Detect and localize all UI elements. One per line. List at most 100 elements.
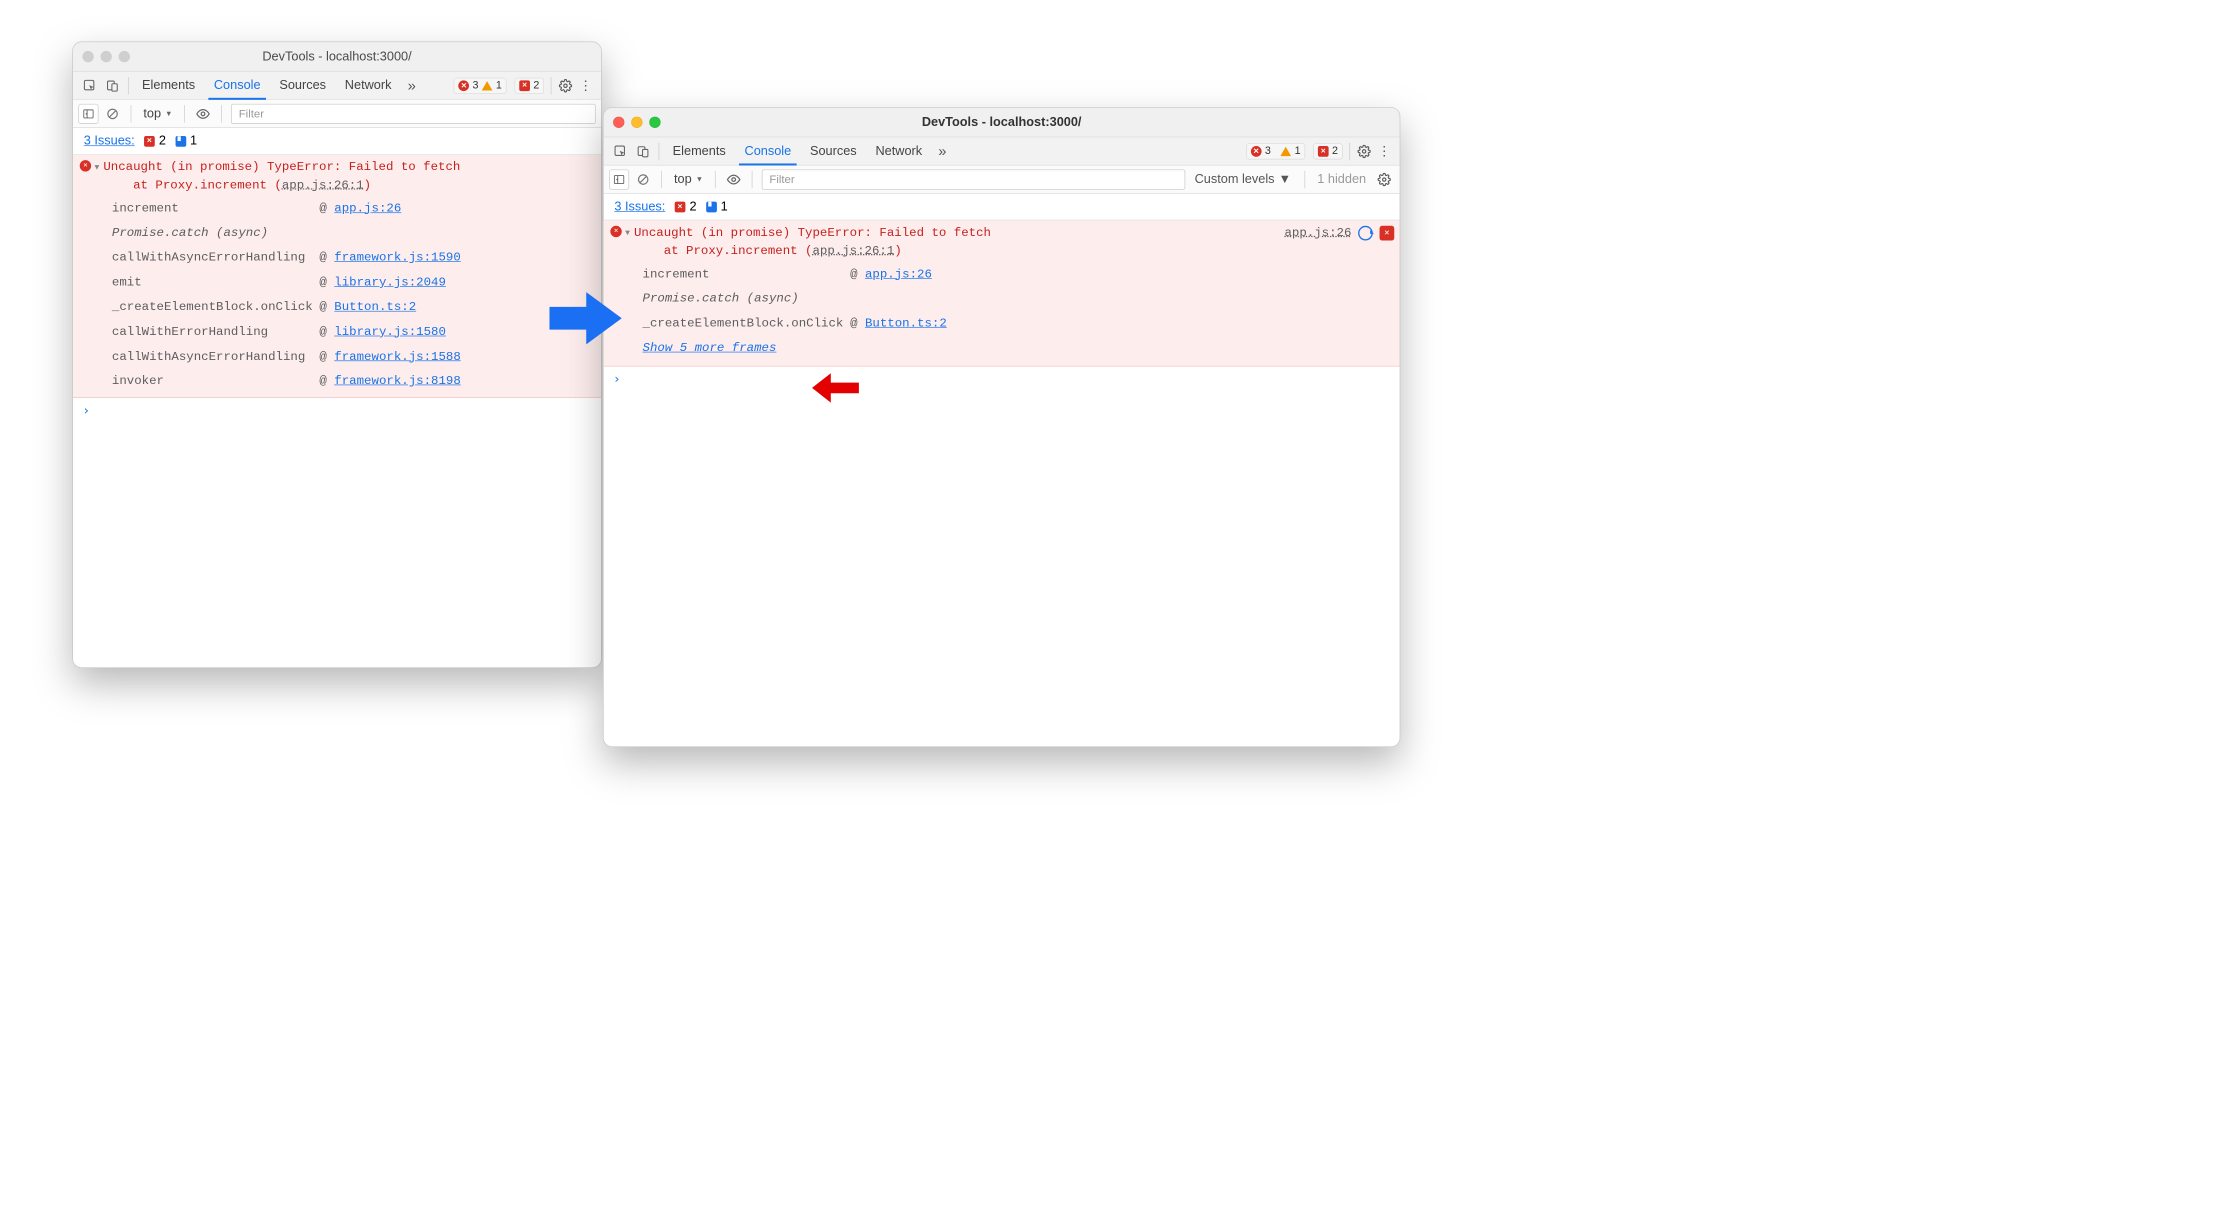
clear-console-icon[interactable] xyxy=(104,105,121,122)
issues-x[interactable]: ✕2 xyxy=(675,199,697,214)
stack-source: @ Button.ts:2 xyxy=(319,299,460,317)
issues-link[interactable]: 3 Issues: xyxy=(614,199,665,214)
source-link[interactable]: framework.js:1588 xyxy=(334,349,460,363)
tabs-overflow-icon[interactable]: » xyxy=(932,142,954,159)
tab-sources[interactable]: Sources xyxy=(801,137,866,164)
separator xyxy=(661,171,662,188)
stack-source: @ library.js:1580 xyxy=(319,323,460,341)
inspect-icon[interactable] xyxy=(78,72,101,99)
filter-input[interactable] xyxy=(762,169,1185,189)
stack-source: @ framework.js:8198 xyxy=(319,373,460,391)
source-link[interactable]: framework.js:1590 xyxy=(334,251,460,265)
stack-source: @ library.js:2049 xyxy=(319,274,460,292)
stack-fn: increment xyxy=(643,266,844,284)
tab-elements[interactable]: Elements xyxy=(133,72,205,99)
issues-m[interactable]: ▘1 xyxy=(706,199,728,214)
separator xyxy=(184,105,185,122)
hidden-count[interactable]: 1 hidden xyxy=(1315,172,1369,187)
warn-icon xyxy=(1280,146,1291,155)
titlebar: DevTools - localhost:3000/ xyxy=(73,42,601,71)
source-link[interactable]: app.js:26 xyxy=(865,267,932,281)
source-link[interactable]: library.js:1580 xyxy=(334,325,446,339)
separator xyxy=(1305,171,1306,188)
message-icon: ▘ xyxy=(175,136,186,147)
stack-fn: callWithErrorHandling xyxy=(112,323,313,341)
source-link[interactable]: Button.ts:2 xyxy=(865,316,947,330)
stack-source: @ app.js:26 xyxy=(319,200,460,218)
inspect-icon[interactable] xyxy=(609,137,632,164)
issues-x[interactable]: ✕2 xyxy=(144,134,166,149)
issues-m[interactable]: ▘1 xyxy=(175,134,197,149)
separator xyxy=(1349,142,1350,159)
source-link[interactable]: app.js:26 xyxy=(1284,224,1351,242)
arrow-icon xyxy=(549,288,623,348)
stack-fn: _createElementBlock.onClick xyxy=(112,299,313,317)
error-badge-icon[interactable]: ✕ xyxy=(1380,226,1395,241)
error-count-pill[interactable]: ✕31 xyxy=(454,77,507,93)
break-count-pill[interactable]: ✕2 xyxy=(1313,143,1342,159)
kebab-menu-icon[interactable]: ⋮ xyxy=(576,75,596,95)
stack-async-marker: Promise.catch (async) xyxy=(643,290,947,308)
stack-fn: _createElementBlock.onClick xyxy=(643,315,844,333)
error-message: Uncaught (in promise) TypeError: Failed … xyxy=(634,224,1284,260)
console-error: ✕ ▼ Uncaught (in promise) TypeError: Fai… xyxy=(604,220,1400,366)
restart-frame-icon[interactable] xyxy=(1358,226,1373,241)
tab-console[interactable]: Console xyxy=(735,137,800,164)
context-selector[interactable]: top▼ xyxy=(141,106,175,121)
separator xyxy=(128,77,129,94)
tab-network[interactable]: Network xyxy=(335,72,400,99)
break-icon: ✕ xyxy=(519,80,530,91)
kebab-menu-icon[interactable]: ⋮ xyxy=(1374,141,1394,161)
break-icon: ✕ xyxy=(1318,146,1329,157)
stack-fn: callWithAsyncErrorHandling xyxy=(112,249,313,267)
stack-source: @ framework.js:1590 xyxy=(319,249,460,267)
stack-source: @ Button.ts:2 xyxy=(850,315,947,333)
disclosure-triangle-icon[interactable]: ▼ xyxy=(94,159,103,174)
console-settings-icon[interactable] xyxy=(1374,169,1394,189)
disclosure-triangle-icon[interactable]: ▼ xyxy=(625,224,634,239)
filter-input[interactable] xyxy=(231,104,595,124)
tab-elements[interactable]: Elements xyxy=(663,137,735,164)
console-prompt-icon[interactable]: › xyxy=(73,398,601,423)
error-icon: ✕ xyxy=(458,80,469,91)
sidebar-toggle-icon[interactable] xyxy=(78,104,98,124)
error-icon: ✕ xyxy=(1251,146,1262,157)
break-icon: ✕ xyxy=(144,136,155,147)
tab-sources[interactable]: Sources xyxy=(270,72,335,99)
source-link[interactable]: app.js:26:1 xyxy=(812,244,894,258)
issues-bar: 3 Issues: ✕2 ▘1 xyxy=(73,128,601,155)
error-count-pill[interactable]: ✕3 1 xyxy=(1246,143,1305,159)
stack-source: @ framework.js:1588 xyxy=(319,348,460,366)
tab-console[interactable]: Console xyxy=(204,72,269,99)
settings-icon[interactable] xyxy=(1354,141,1374,161)
console-prompt-icon[interactable]: › xyxy=(604,366,1400,391)
source-link[interactable]: library.js:2049 xyxy=(334,275,446,289)
context-selector[interactable]: top▼ xyxy=(671,172,705,187)
arrow-icon xyxy=(811,372,859,404)
settings-icon[interactable] xyxy=(555,75,575,95)
tab-network[interactable]: Network xyxy=(866,137,931,164)
sidebar-toggle-icon[interactable] xyxy=(609,169,629,189)
source-link[interactable]: framework.js:8198 xyxy=(334,374,460,388)
source-link[interactable]: Button.ts:2 xyxy=(334,300,416,314)
tabs-overflow-icon[interactable]: » xyxy=(401,77,423,94)
chevron-down-icon: ▼ xyxy=(165,110,172,118)
issues-bar: 3 Issues: ✕2 ▘1 xyxy=(604,194,1400,221)
window-title: DevTools - localhost:3000/ xyxy=(73,49,601,64)
source-link[interactable]: app.js:26:1 xyxy=(282,178,364,192)
show-more-frames-link[interactable]: Show 5 more frames xyxy=(643,340,777,358)
stack-fn: emit xyxy=(112,274,313,292)
break-count-pill[interactable]: ✕2 xyxy=(515,77,544,93)
device-icon[interactable] xyxy=(632,137,655,164)
console-error: ✕ ▼ Uncaught (in promise) TypeError: Fai… xyxy=(73,155,601,398)
stack-fn: callWithAsyncErrorHandling xyxy=(112,348,313,366)
live-expression-icon[interactable] xyxy=(195,105,212,122)
clear-console-icon[interactable] xyxy=(634,171,651,188)
chevron-down-icon: ▼ xyxy=(1279,172,1292,187)
source-link[interactable]: app.js:26 xyxy=(334,201,401,215)
error-icon: ✕ xyxy=(80,159,95,391)
live-expression-icon[interactable] xyxy=(725,171,742,188)
device-icon[interactable] xyxy=(101,72,124,99)
levels-selector[interactable]: Custom levels▼ xyxy=(1191,172,1296,187)
issues-link[interactable]: 3 Issues: xyxy=(84,134,135,149)
